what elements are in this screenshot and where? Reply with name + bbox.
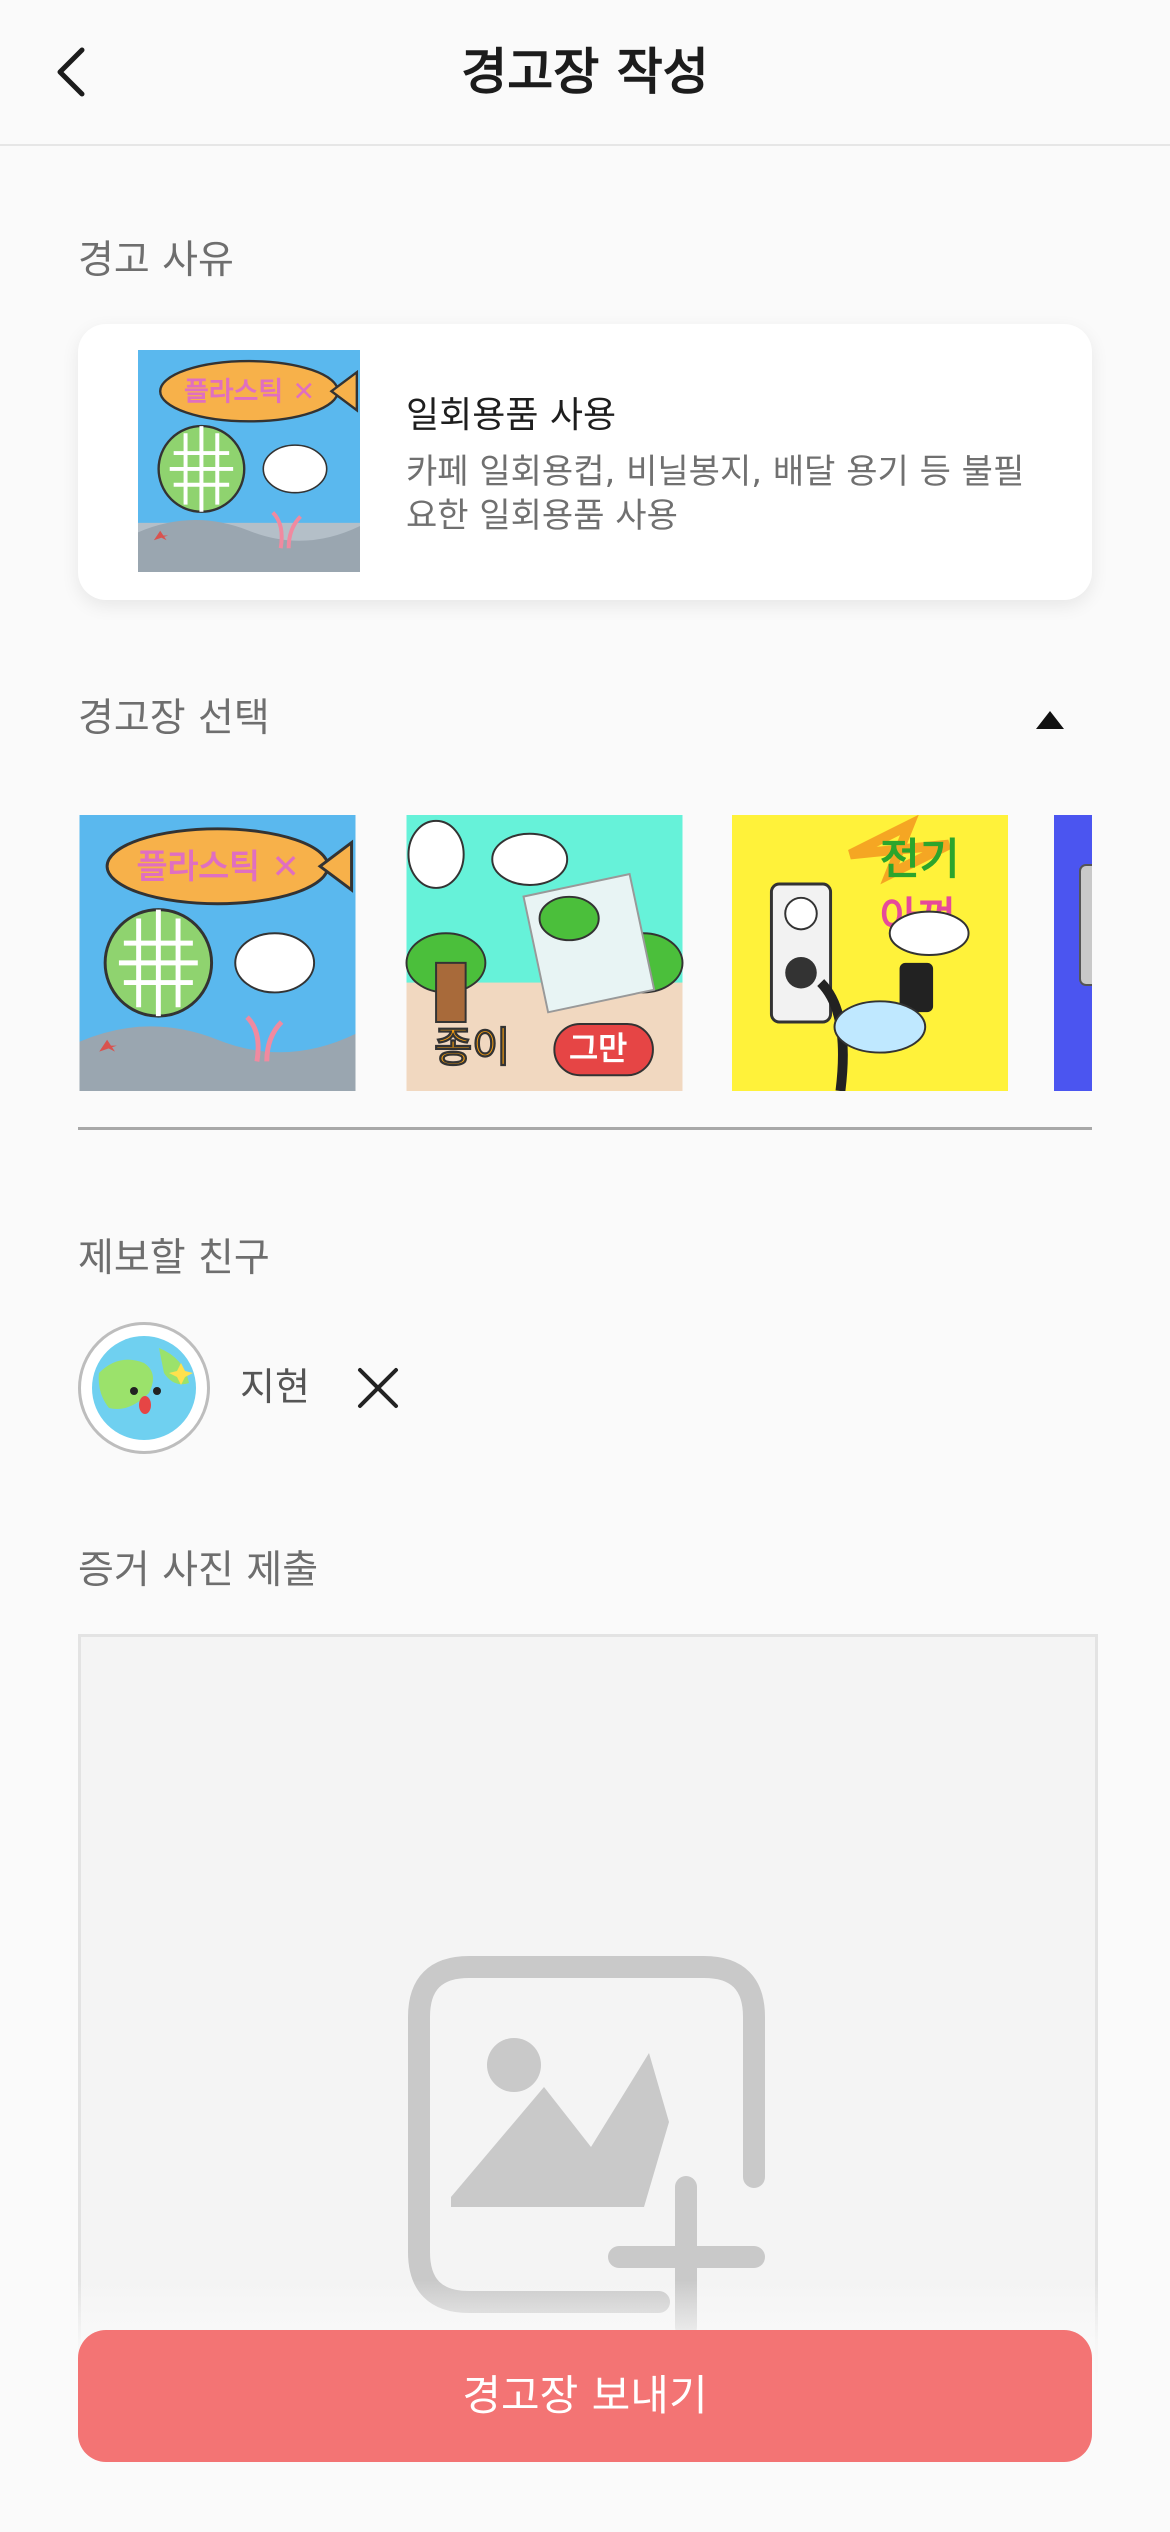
card-electricity[interactable]: 전기 아껴 (732, 815, 1008, 1091)
collapse-toggle-button[interactable] (1026, 700, 1074, 740)
send-warning-button[interactable]: 경고장 보내기 (78, 2330, 1092, 2462)
top-bar: 경고장 작성 (0, 0, 1170, 146)
select-section-label: 경고장 선택 (78, 696, 270, 741)
carousel-divider (78, 1127, 1092, 1130)
friend-avatar (78, 1322, 210, 1454)
reason-description: 카페 일회용컵, 비닐봉지, 배달 용기 등 불필요한 일회용품 사용 (406, 452, 1025, 536)
friend-name: 지현 (240, 1365, 310, 1409)
warning-letter-screen: 경고장 작성 경고 사유 플라스틱 ✕ 일회용품 사용 카페 일회용컵, 비닐봉… (0, 0, 1170, 2532)
friend-section-label: 제보할 친구 (78, 1236, 270, 1281)
thumb-text: 플라스틱 ✕ (184, 377, 315, 408)
card-plastic[interactable]: 플라스틱 ✕ (78, 815, 357, 1091)
card-paper-text-2: 그만 (569, 1031, 627, 1067)
card-paper-text-1: 종이 (434, 1023, 510, 1071)
reason-card[interactable]: 플라스틱 ✕ 일회용품 사용 카페 일회용컵, 비닐봉지, 배달 용기 등 불필… (78, 324, 1092, 600)
reason-section-label: 경고 사유 (78, 238, 234, 283)
close-icon (358, 1368, 398, 1408)
remove-friend-button[interactable] (350, 1360, 406, 1416)
card-electricity-text-1: 전기 (880, 835, 960, 885)
earth-avatar-icon (92, 1336, 196, 1440)
triangle-up-icon (1036, 711, 1064, 729)
reason-thumbnail: 플라스틱 ✕ (138, 350, 360, 572)
card-plastic-text: 플라스틱 ✕ (137, 847, 300, 886)
warning-card-carousel[interactable]: 플라스틱 ✕ 종이 그만 전기 (78, 815, 1092, 1091)
card-partial[interactable] (1054, 815, 1092, 1091)
reason-title: 일회용품 사용 (406, 395, 617, 436)
photo-section-label: 증거 사진 제출 (78, 1548, 319, 1593)
card-paper[interactable]: 종이 그만 (405, 815, 684, 1091)
page-title: 경고장 작성 (461, 43, 709, 101)
